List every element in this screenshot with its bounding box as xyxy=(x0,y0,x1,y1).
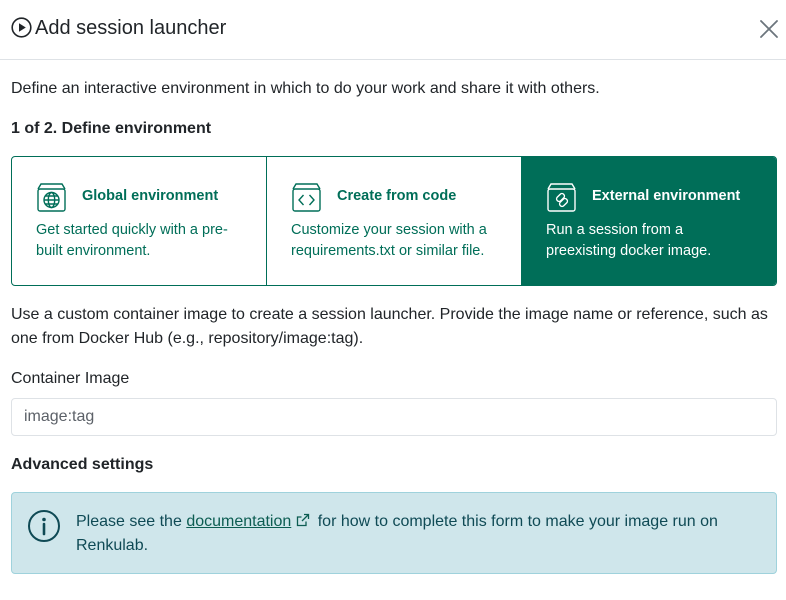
dialog-header: Add session launcher xyxy=(0,0,786,60)
external-environment-option[interactable]: External environment Run a session from … xyxy=(521,157,776,285)
external-link-icon[interactable] xyxy=(295,512,311,528)
external-environment-description: Use a custom container image to create a… xyxy=(11,306,768,347)
card-description: Get started quickly with a pre-built env… xyxy=(36,222,228,259)
play-circle-icon xyxy=(11,17,32,38)
info-text-before: Please see the xyxy=(76,513,182,530)
code-box-icon xyxy=(292,183,321,212)
info-alert-text: Please see the documentation for how to … xyxy=(76,510,766,558)
card-title: External environment xyxy=(592,188,741,204)
container-image-label: Container Image xyxy=(11,370,130,387)
info-circle-icon xyxy=(28,510,60,542)
dialog-title: Add session launcher xyxy=(35,17,227,39)
link-box-icon xyxy=(547,183,576,212)
card-title: Create from code xyxy=(337,188,457,204)
card-description: Run a session from a preexisting docker … xyxy=(546,222,712,259)
global-environment-option[interactable]: Global environment Get started quickly w… xyxy=(12,157,266,285)
container-image-input[interactable] xyxy=(11,398,777,436)
environment-options: Global environment Get started quickly w… xyxy=(11,156,777,286)
close-icon[interactable] xyxy=(756,16,782,42)
advanced-settings-heading: Advanced settings xyxy=(11,456,154,473)
documentation-link[interactable]: documentation xyxy=(186,513,291,530)
step-heading: 1 of 2. Define environment xyxy=(11,120,212,137)
intro-text: Define an interactive environment in whi… xyxy=(11,80,600,97)
info-alert: Please see the documentation for how to … xyxy=(11,492,777,574)
globe-box-icon xyxy=(37,183,66,212)
create-from-code-option[interactable]: Create from code Customize your session … xyxy=(266,157,521,285)
card-description: Customize your session with a requiremen… xyxy=(291,222,487,259)
card-title: Global environment xyxy=(82,188,219,204)
